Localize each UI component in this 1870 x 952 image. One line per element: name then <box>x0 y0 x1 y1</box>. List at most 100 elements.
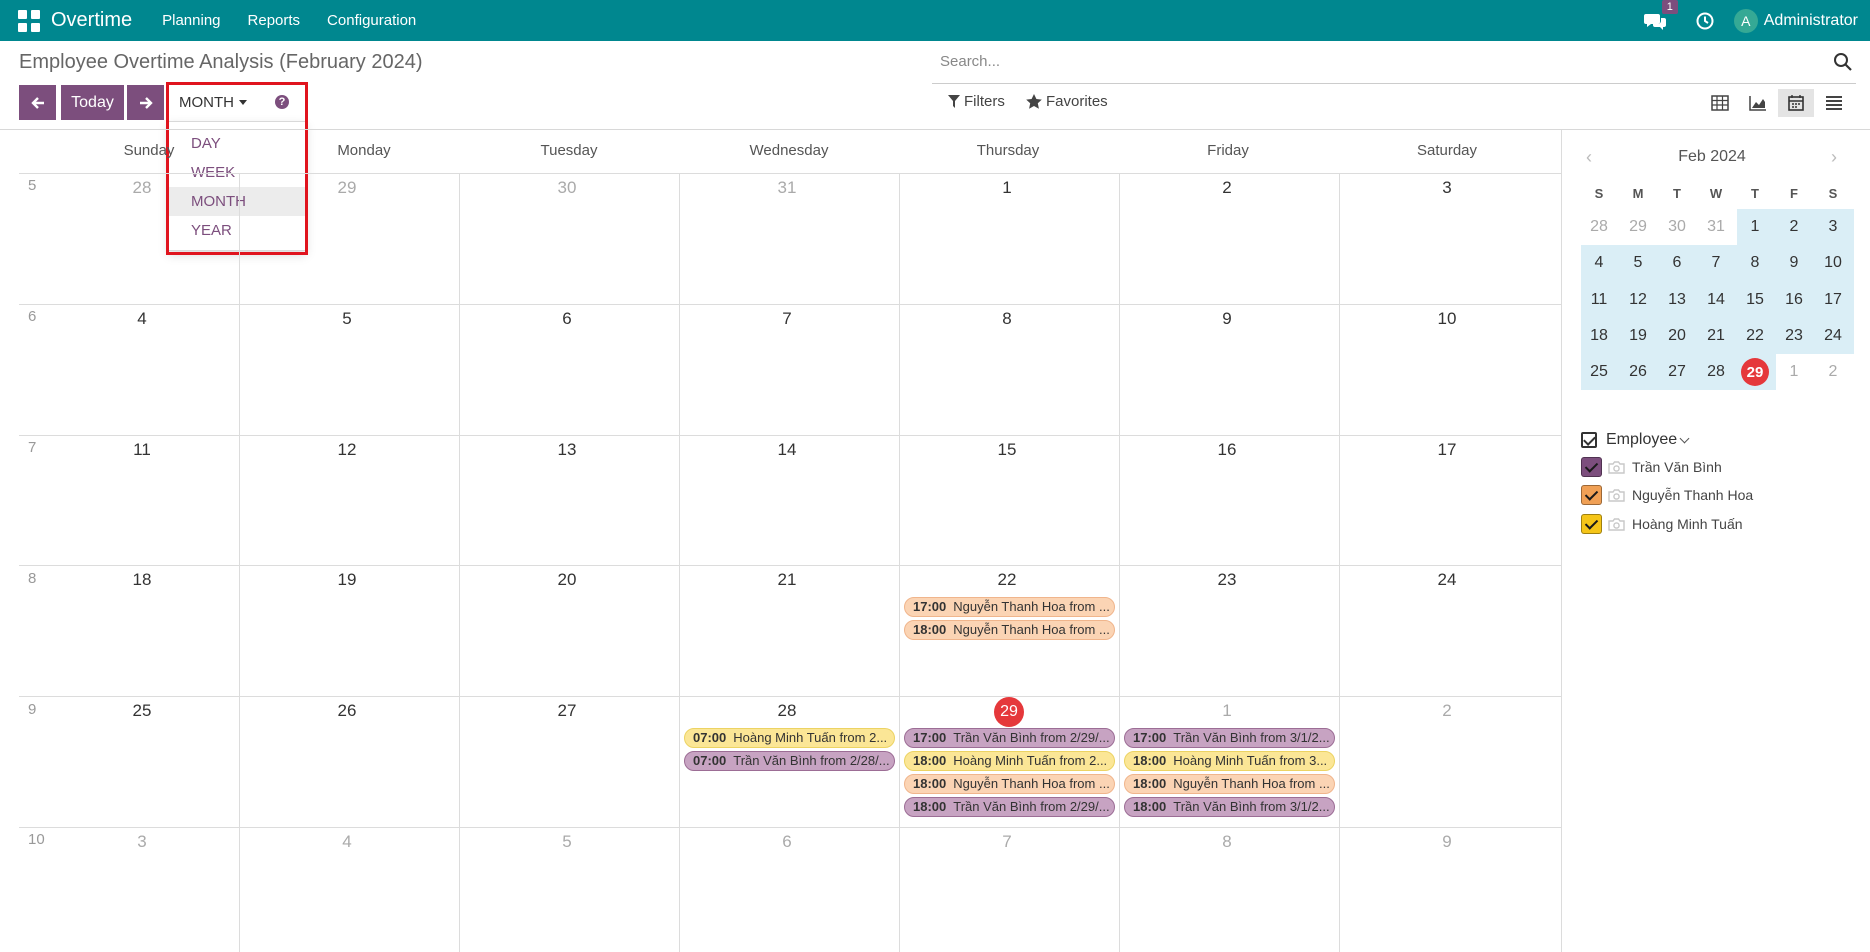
overtime-event[interactable]: 18:00 Nguyễn Thanh Hoa from ... <box>904 774 1115 794</box>
mini-day[interactable]: 26 <box>1619 357 1657 387</box>
day-cell-date[interactable]: 5 <box>327 309 367 329</box>
employee-checkbox[interactable] <box>1581 514 1602 534</box>
day-cell-date[interactable]: 16 <box>1207 440 1247 460</box>
day-cell-date[interactable]: 18 <box>122 570 162 590</box>
day-cell-date[interactable]: 28 <box>767 701 807 721</box>
employee-checkbox[interactable] <box>1581 485 1602 505</box>
calendar-view-button[interactable] <box>1778 89 1814 117</box>
clock-icon[interactable] <box>1696 12 1714 30</box>
mini-day[interactable]: 1 <box>1736 212 1774 242</box>
day-cell-date[interactable]: 24 <box>1427 570 1467 590</box>
menu-reports[interactable]: Reports <box>248 12 301 29</box>
day-cell-date[interactable]: 6 <box>547 309 587 329</box>
day-cell-date[interactable]: 22 <box>987 570 1027 590</box>
overtime-event[interactable]: 18:00 Nguyễn Thanh Hoa from ... <box>1124 774 1335 794</box>
chat-icon[interactable]: 1 <box>1643 0 1678 30</box>
chevron-down-icon[interactable] <box>1679 433 1690 443</box>
next-button[interactable] <box>127 85 164 120</box>
pivot-view-button[interactable] <box>1702 89 1738 117</box>
mini-day[interactable]: 10 <box>1814 248 1852 278</box>
menu-planning[interactable]: Planning <box>162 12 220 29</box>
app-brand[interactable]: Overtime <box>51 9 132 32</box>
mini-day[interactable]: 17 <box>1814 285 1852 315</box>
today-date-badge[interactable]: 29 <box>994 697 1024 727</box>
mini-day[interactable]: 29 <box>1619 212 1657 242</box>
overtime-event[interactable]: 18:00 Hoàng Minh Tuấn from 2... <box>904 751 1115 771</box>
day-cell-date[interactable]: 29 <box>327 178 367 198</box>
filters-button[interactable]: Filters <box>948 93 1005 110</box>
day-cell-date[interactable]: 4 <box>327 832 367 852</box>
day-cell-date[interactable]: 9 <box>1207 309 1247 329</box>
scale-dropdown-toggle[interactable]: MONTH <box>168 85 258 120</box>
employee-checkbox[interactable] <box>1581 457 1602 477</box>
day-cell-date[interactable]: 27 <box>547 701 587 721</box>
today-button[interactable]: Today <box>61 85 124 120</box>
day-cell-date[interactable]: 9 <box>1427 832 1467 852</box>
mini-day[interactable]: 30 <box>1658 212 1696 242</box>
mini-day[interactable]: 24 <box>1814 321 1852 351</box>
avatar[interactable]: A <box>1733 8 1758 33</box>
day-cell-date[interactable]: 20 <box>547 570 587 590</box>
mini-day[interactable]: 2 <box>1814 357 1852 387</box>
mini-day[interactable]: 28 <box>1580 212 1618 242</box>
mini-next-icon[interactable]: › <box>1831 147 1837 168</box>
day-cell-date[interactable]: 13 <box>547 440 587 460</box>
day-cell-date[interactable]: 10 <box>1427 309 1467 329</box>
prev-button[interactable] <box>19 85 56 120</box>
mini-day[interactable]: 6 <box>1658 248 1696 278</box>
day-cell-date[interactable]: 25 <box>122 701 162 721</box>
user-menu[interactable]: Administrator <box>1764 12 1858 30</box>
mini-day[interactable]: 11 <box>1580 285 1618 315</box>
mini-day[interactable]: 1 <box>1775 357 1813 387</box>
day-cell-date[interactable]: 1 <box>1207 701 1247 721</box>
menu-configuration[interactable]: Configuration <box>327 12 416 29</box>
mini-day[interactable]: 16 <box>1775 285 1813 315</box>
mini-day[interactable]: 19 <box>1619 321 1657 351</box>
day-cell-date[interactable]: 19 <box>327 570 367 590</box>
mini-today-badge[interactable]: 29 <box>1741 358 1769 386</box>
overtime-event[interactable]: 18:00 Trần Văn Bình from 2/29/... <box>904 797 1115 817</box>
mini-day[interactable]: 28 <box>1697 357 1735 387</box>
day-cell-date[interactable]: 23 <box>1207 570 1247 590</box>
search-icon[interactable] <box>1833 52 1853 72</box>
day-cell-date[interactable]: 30 <box>547 178 587 198</box>
mini-day[interactable]: 15 <box>1736 285 1774 315</box>
day-cell-date[interactable]: 26 <box>327 701 367 721</box>
mini-day[interactable]: 31 <box>1697 212 1735 242</box>
mini-day[interactable]: 27 <box>1658 357 1696 387</box>
mini-day[interactable]: 2 <box>1775 212 1813 242</box>
mini-day[interactable]: 9 <box>1775 248 1813 278</box>
graph-view-button[interactable] <box>1740 89 1776 117</box>
overtime-event[interactable]: 07:00 Trần Văn Bình from 2/28/... <box>684 751 895 771</box>
mini-day[interactable]: 13 <box>1658 285 1696 315</box>
search-input[interactable] <box>940 53 1790 70</box>
day-cell-date[interactable]: 4 <box>122 309 162 329</box>
day-cell-date[interactable]: 6 <box>767 832 807 852</box>
mini-day[interactable]: 14 <box>1697 285 1735 315</box>
day-cell-date[interactable]: 17 <box>1427 440 1467 460</box>
mini-day[interactable]: 22 <box>1736 321 1774 351</box>
overtime-event[interactable]: 18:00 Trần Văn Bình from 3/1/2... <box>1124 797 1335 817</box>
overtime-event[interactable]: 17:00 Trần Văn Bình from 3/1/2... <box>1124 728 1335 748</box>
mini-day[interactable]: 25 <box>1580 357 1618 387</box>
day-cell-date[interactable]: 28 <box>122 178 162 198</box>
employee-filter-item[interactable]: Trần Văn Bình <box>1581 457 1722 477</box>
favorites-button[interactable]: Favorites <box>1026 93 1108 110</box>
employee-filter-item[interactable]: Hoàng Minh Tuấn <box>1581 514 1743 534</box>
overtime-event[interactable]: 18:00 Hoàng Minh Tuấn from 3... <box>1124 751 1335 771</box>
mini-day[interactable]: 20 <box>1658 321 1696 351</box>
day-cell-date[interactable]: 7 <box>987 832 1027 852</box>
day-cell-date[interactable]: 7 <box>767 309 807 329</box>
day-cell-date[interactable]: 11 <box>122 440 162 460</box>
day-cell-date[interactable]: 31 <box>767 178 807 198</box>
day-cell-date[interactable]: 3 <box>1427 178 1467 198</box>
help-icon[interactable]: ? <box>275 95 289 109</box>
employee-filter-header[interactable]: Employee <box>1581 431 1690 449</box>
day-cell-date[interactable]: 1 <box>987 178 1027 198</box>
employee-filter-item[interactable]: Nguyễn Thanh Hoa <box>1581 485 1753 505</box>
list-view-button[interactable] <box>1816 89 1852 117</box>
day-cell-date[interactable]: 2 <box>1427 701 1467 721</box>
checkbox-all-icon[interactable] <box>1581 432 1597 448</box>
day-cell-date[interactable]: 3 <box>122 832 162 852</box>
overtime-event[interactable]: 17:00 Nguyễn Thanh Hoa from ... <box>904 597 1115 617</box>
